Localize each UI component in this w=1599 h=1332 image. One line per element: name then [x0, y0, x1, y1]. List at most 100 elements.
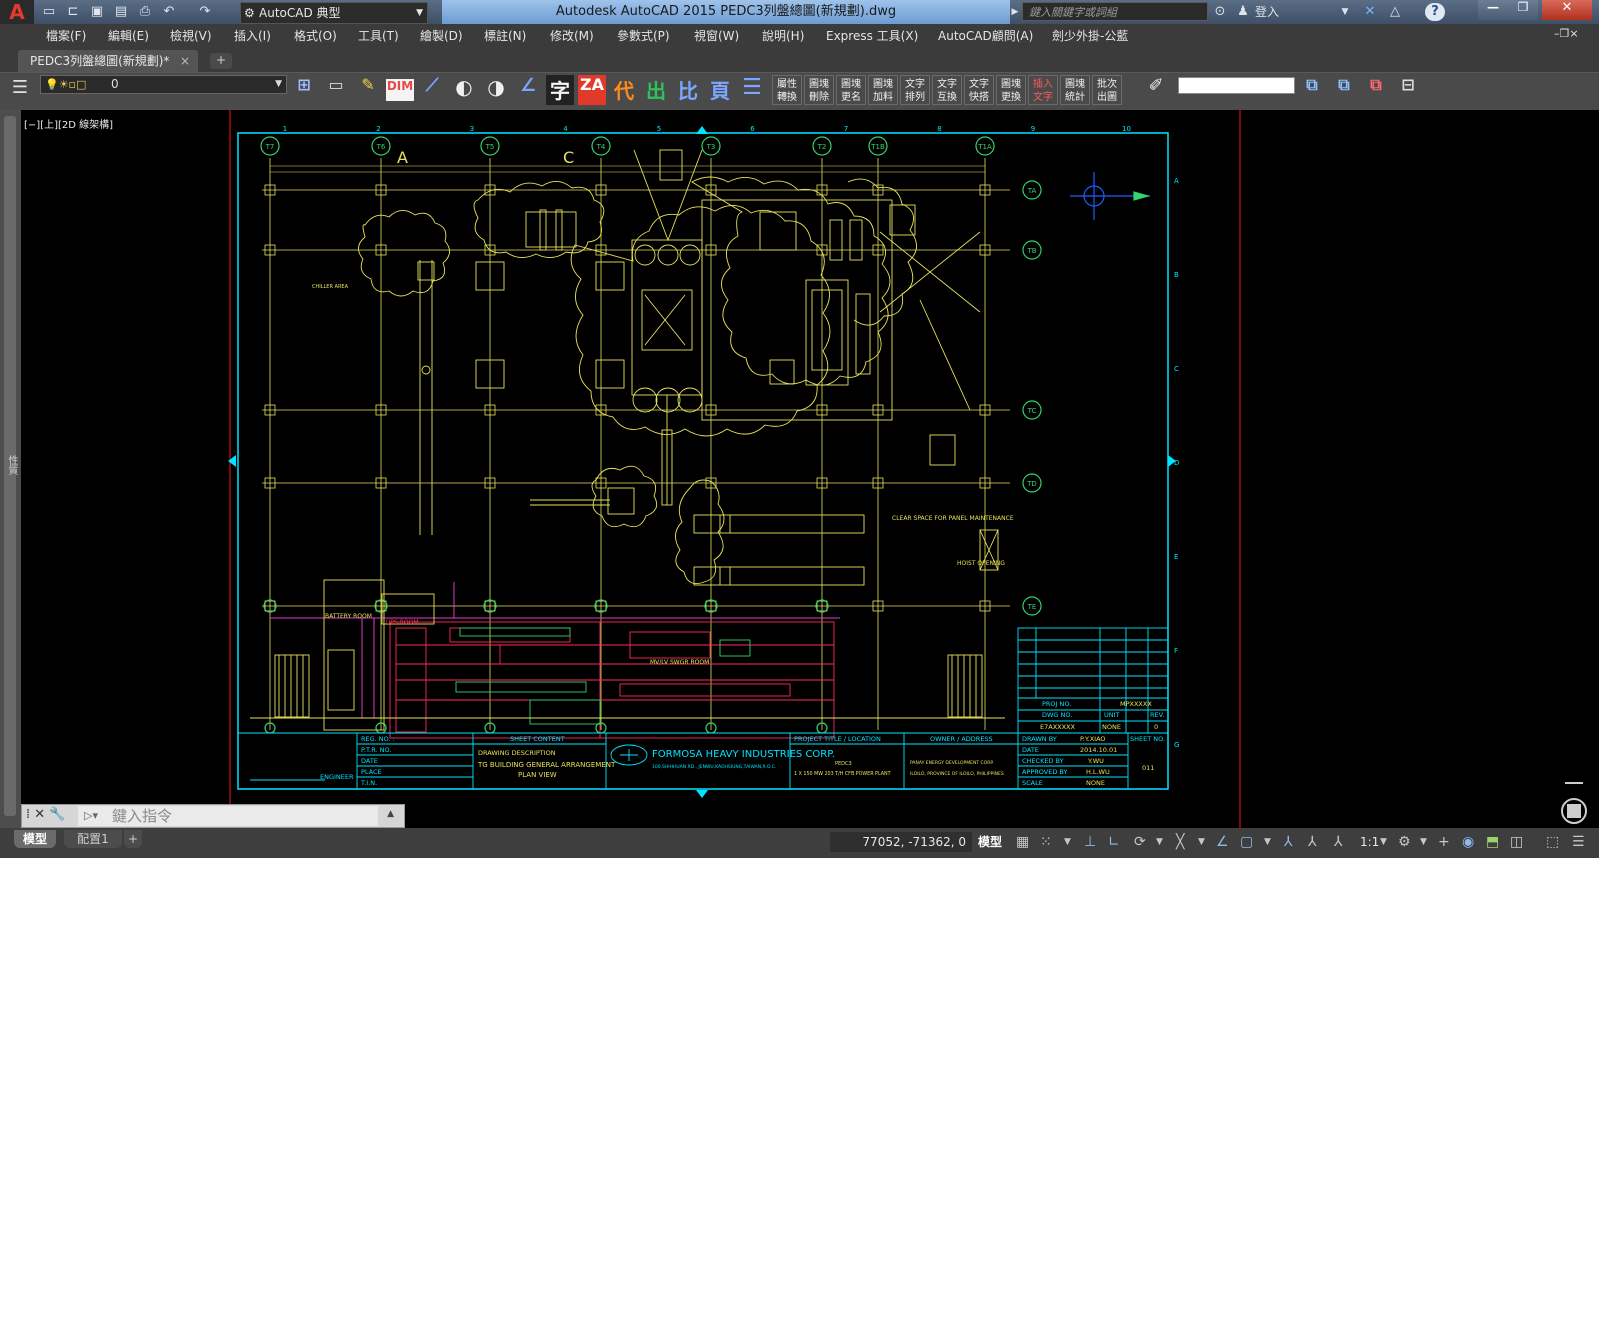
line-tool-icon[interactable]: ⟋: [418, 75, 446, 105]
chevron-down-icon[interactable]: ▼: [1264, 837, 1271, 847]
attr-convert-button[interactable]: 屬性 轉換: [772, 75, 802, 105]
xref-clip-icon[interactable]: ⊟: [1394, 75, 1422, 105]
output-button[interactable]: 出: [642, 75, 670, 105]
login-button[interactable]: 登入: [1255, 3, 1295, 21]
object-snap-icon[interactable]: ▢: [1240, 834, 1253, 850]
menu-format[interactable]: 格式(O): [294, 27, 337, 44]
hardware-acceleration-icon[interactable]: ⬒: [1486, 834, 1499, 850]
toolbar-text-input[interactable]: [1178, 77, 1295, 94]
infer-constraints-icon[interactable]: ⊥: [1084, 834, 1096, 850]
angle-tool-icon[interactable]: ∠: [514, 75, 542, 105]
exchange-icon[interactable]: ✕: [1360, 3, 1380, 21]
menu-window[interactable]: 視窗(W): [694, 27, 739, 44]
polar-icon[interactable]: ⟳: [1134, 834, 1146, 850]
command-prompt-icon[interactable]: ▷▾: [84, 809, 98, 822]
layer-properties-icon[interactable]: ☰: [8, 77, 32, 103]
grid-icon[interactable]: ▦: [1016, 834, 1029, 850]
annotation-monitor-icon[interactable]: +: [1438, 834, 1450, 850]
auto-scale-icon[interactable]: ⅄: [1308, 834, 1317, 850]
snap-icon[interactable]: ⁙: [1040, 834, 1052, 850]
chevron-down-icon[interactable]: ▼: [1198, 837, 1205, 847]
menu-file[interactable]: 檔案(F): [46, 27, 86, 44]
menu-view[interactable]: 檢視(V): [170, 27, 212, 44]
document-tab[interactable]: PEDC3列盤總圖(新規劃)* ×: [18, 50, 198, 72]
xref-attach-icon[interactable]: ⧉: [1298, 75, 1326, 105]
menu-edit[interactable]: 編輯(E): [108, 27, 149, 44]
layer-match-icon[interactable]: ⊞: [290, 75, 318, 105]
save-icon[interactable]: ▣: [88, 3, 106, 21]
isodraft-icon[interactable]: ╳: [1176, 834, 1184, 850]
circle-tool-icon[interactable]: ◐: [450, 75, 478, 105]
drawing-canvas[interactable]: 1 2 3 4 5 6 7 8 9 10 A B C D E F G T7 T6 T5 T4 T3 T2 T1B T1A TA…: [21, 110, 1599, 828]
compare-button[interactable]: 比: [674, 75, 702, 105]
undo-icon[interactable]: ↶: [160, 3, 178, 21]
minimize-button[interactable]: —: [1478, 0, 1508, 20]
new-file-icon[interactable]: ▭: [40, 3, 58, 21]
dim-button[interactable]: DIM: [386, 79, 414, 101]
menu-advisor[interactable]: AutoCAD顧問(A): [938, 27, 1033, 44]
chevron-down-icon[interactable]: ▼: [1340, 3, 1350, 21]
layer-folder-icon[interactable]: ▭: [322, 75, 350, 105]
maximize-button[interactable]: ❐: [1508, 0, 1538, 20]
coordinates-readout[interactable]: 77052, -71362, 0: [830, 832, 972, 852]
block-delete-button[interactable]: 圖塊 刪除: [804, 75, 834, 105]
annotation-scale[interactable]: 1:1: [1360, 835, 1379, 849]
workspace-gear-icon[interactable]: ⚙: [1398, 834, 1411, 850]
open-file-icon[interactable]: ⊏: [64, 3, 82, 21]
insert-text-button[interactable]: 插入 文字: [1028, 75, 1058, 105]
play-icon[interactable]: ▶: [1010, 3, 1020, 21]
autocad-logo-icon[interactable]: A: [0, 0, 34, 24]
tab-add-layout[interactable]: +: [124, 830, 142, 848]
list-icon[interactable]: ☰: [738, 75, 766, 105]
block-add-button[interactable]: 圖塊 加料: [868, 75, 898, 105]
text-char-button[interactable]: 字: [546, 75, 574, 105]
help-icon[interactable]: ?: [1425, 3, 1445, 21]
batch-plot-button[interactable]: 批次 出圖: [1092, 75, 1122, 105]
chevron-up-icon[interactable]: ▲: [387, 809, 394, 819]
close-icon[interactable]: ×: [180, 50, 190, 72]
text-arrange-button[interactable]: 文字 排列: [900, 75, 930, 105]
annotation-visibility-icon[interactable]: ⅄: [1284, 834, 1293, 850]
menu-plugin[interactable]: 劍少外掛-公藍: [1052, 27, 1128, 44]
text-swap-button[interactable]: 文字 互換: [932, 75, 962, 105]
menu-modify[interactable]: 修改(M): [550, 27, 594, 44]
menu-help[interactable]: 說明(H): [762, 27, 804, 44]
customize-menu-icon[interactable]: ☰: [1572, 834, 1585, 850]
chevron-down-icon[interactable]: ▼: [1156, 837, 1163, 847]
menu-dimension[interactable]: 標註(N): [484, 27, 526, 44]
xref-bind-icon[interactable]: ⧉: [1330, 75, 1358, 105]
workspace-dropdown[interactable]: ⚙ AutoCAD 典型 ▼: [240, 2, 428, 24]
chevron-down-icon[interactable]: ▼: [1420, 837, 1427, 847]
text-quick-button[interactable]: 文字 快搭: [964, 75, 994, 105]
layer-dropdown[interactable]: 💡☀▫□ 0 ▼: [40, 75, 287, 94]
fullscreen-icon[interactable]: ⬚: [1546, 834, 1559, 850]
page-button[interactable]: 頁: [706, 75, 734, 105]
isolate-objects-icon[interactable]: ◉: [1462, 834, 1474, 850]
command-input[interactable]: 鍵入指令: [78, 806, 378, 826]
binoculars-icon[interactable]: ⊙: [1210, 3, 1230, 21]
replace-button[interactable]: 代: [610, 75, 638, 105]
menu-insert[interactable]: 插入(I): [234, 27, 271, 44]
new-tab-button[interactable]: +: [210, 53, 232, 69]
user-icon[interactable]: ♟: [1234, 3, 1252, 21]
menu-parametric[interactable]: 參數式(P): [617, 27, 670, 44]
menu-tools[interactable]: 工具(T): [358, 27, 399, 44]
ortho-icon[interactable]: ∟: [1108, 834, 1120, 850]
redo-icon[interactable]: ↷: [196, 3, 214, 21]
edit-note-icon[interactable]: ✐: [1142, 75, 1170, 105]
close-button[interactable]: ✕: [1542, 0, 1592, 20]
block-rename-button[interactable]: 圖塊 更名: [836, 75, 866, 105]
doc-window-controls[interactable]: –❐×: [1554, 27, 1579, 40]
annotation-scale-icon[interactable]: ⅄: [1334, 834, 1343, 850]
menu-express[interactable]: Express 工具(X): [826, 27, 918, 44]
menu-draw[interactable]: 繪製(D): [420, 27, 463, 44]
chevron-down-icon[interactable]: ▼: [1380, 837, 1387, 847]
model-space-button[interactable]: 模型: [978, 832, 1008, 852]
tab-layout1[interactable]: 配置1: [64, 830, 122, 848]
arc-tool-icon[interactable]: ◑: [482, 75, 510, 105]
viewport-controls[interactable]: [−][上][2D 線架構]: [24, 116, 113, 131]
clean-screen-icon[interactable]: ◫: [1510, 834, 1523, 850]
autodesk-360-icon[interactable]: △: [1385, 3, 1405, 21]
xref-detach-icon[interactable]: ⧉: [1362, 75, 1390, 105]
za-button[interactable]: ZA: [578, 75, 606, 105]
